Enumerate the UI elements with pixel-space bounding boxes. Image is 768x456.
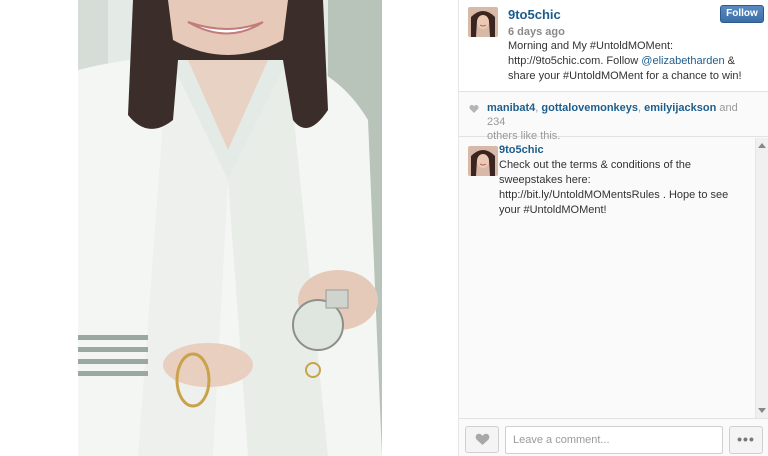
liker-link[interactable]: manibat4 (487, 102, 535, 114)
post-sidebar: 9to5chic 6 days ago Follow Morning and M… (458, 0, 768, 456)
likes-and: and (716, 102, 738, 114)
heart-icon (475, 433, 490, 445)
caption-line: Morning and My #UntoldMOMent: (508, 40, 674, 52)
author-username[interactable]: 9to5chic (508, 7, 561, 22)
comment-footer: ••• (459, 418, 768, 456)
comment-input[interactable] (505, 426, 723, 454)
post-time: 6 days ago (508, 26, 565, 38)
photo-area (0, 0, 458, 456)
post-caption: Morning and My #UntoldMOMent: http://9to… (508, 39, 760, 84)
commenter-username[interactable]: 9to5chic (499, 144, 544, 156)
likes-text: manibat4, gottalovemonkeys, emilyijackso… (487, 101, 759, 143)
liker-link[interactable]: emilyijackson (644, 102, 716, 114)
caption-text: http://9to5chic.com. Follow (508, 55, 642, 67)
photo-illustration (78, 0, 382, 456)
ellipsis-icon: ••• (737, 431, 755, 447)
follow-button[interactable]: Follow (720, 5, 764, 23)
scroll-down-icon[interactable] (758, 408, 766, 413)
commenter-avatar[interactable] (468, 146, 498, 176)
comments-list: 9to5chic Check out the terms & condition… (459, 138, 759, 416)
comment-text: Check out the terms & conditions of the … (499, 159, 729, 216)
comments-scrollbar[interactable] (755, 138, 768, 418)
caption-mention-link[interactable]: @elizabetharden (641, 55, 724, 67)
post-photo[interactable] (78, 0, 382, 456)
like-button[interactable] (465, 426, 499, 453)
heart-icon (469, 104, 479, 113)
likes-count: 234 (487, 116, 506, 128)
author-avatar[interactable] (468, 7, 498, 37)
post-header: 9to5chic 6 days ago Follow Morning and M… (459, 0, 768, 92)
scroll-up-icon[interactable] (758, 143, 766, 148)
likes-summary: manibat4, gottalovemonkeys, emilyijackso… (459, 93, 768, 142)
liker-link[interactable]: gottalovemonkeys (541, 102, 638, 114)
more-options-button[interactable]: ••• (729, 426, 763, 454)
